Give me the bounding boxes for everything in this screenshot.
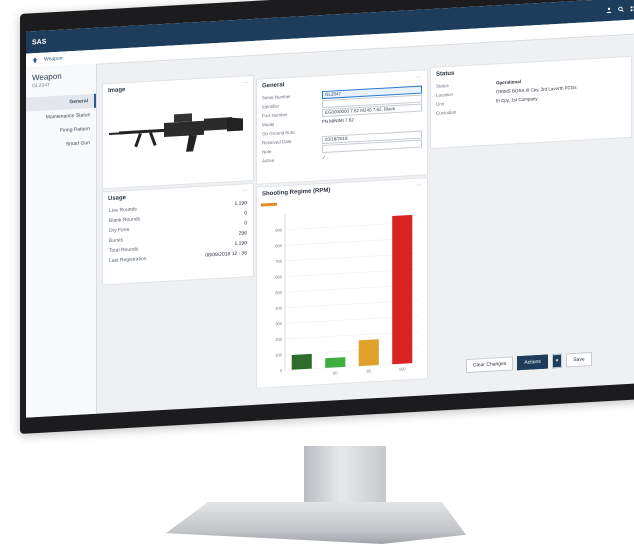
chart-bar[interactable]	[325, 357, 346, 368]
nav-item-smart-gun[interactable]: Smart Gun	[26, 136, 96, 154]
home-icon[interactable]	[32, 57, 38, 63]
save-button[interactable]: Save	[566, 352, 592, 368]
chart-y-tick-label: 300	[275, 321, 282, 326]
card-menu-icon[interactable]: ⋯	[242, 79, 248, 86]
chart-bar[interactable]	[358, 339, 379, 367]
card-menu-icon[interactable]: ⋯	[242, 187, 248, 194]
chart-legend-swatch	[261, 202, 277, 207]
usage-card: Usage ⋯ Live Rounds 1,190 Blank Rounds 0 D…	[102, 182, 254, 286]
clear-changes-button[interactable]: Clear Changes	[466, 356, 514, 374]
chart-y-tick-label: 100	[275, 352, 282, 357]
card-menu-icon[interactable]: ⋯	[416, 182, 422, 189]
card-menu-icon[interactable]: ⋯	[416, 74, 422, 81]
chart-bar[interactable]	[291, 353, 312, 370]
chart-y-tick-label: 0	[280, 368, 283, 373]
monitor-stand-base	[166, 502, 466, 544]
chart-x-tick-label: 60	[333, 370, 338, 375]
status-card: Status Status Operational Location GRIMS B…	[430, 55, 632, 150]
monitor: SAS Weapon Weapon GL2047 General Mainten…	[20, 0, 634, 434]
app-logo: SAS	[32, 38, 47, 46]
search-icon[interactable]	[618, 6, 624, 13]
chart-y-tick-label: 200	[275, 337, 282, 342]
chart-x-tick-label: 100	[399, 366, 406, 371]
actions-button[interactable]: Actions	[517, 354, 548, 371]
image-card-title: Image	[108, 87, 126, 95]
chart-y-tick-label: 700	[275, 259, 282, 264]
left-nav: Weapon GL2047 General Maintenance Status…	[26, 63, 97, 418]
action-bar: Clear Changes Actions ▾ Save	[466, 348, 634, 374]
actions-dropdown-icon[interactable]: ▾	[551, 353, 563, 369]
chart-y-tick-label: 400	[275, 305, 282, 310]
chart-y-tick-label: 900	[275, 227, 282, 232]
image-card: Image ⋯	[102, 74, 254, 190]
user-icon[interactable]	[606, 7, 612, 14]
chart-y-tick-label: 500	[275, 290, 282, 295]
general-card: General ⋯ Serial Number GL2047 Identifier…	[256, 69, 428, 185]
chart-x-tick-label: 80	[367, 368, 372, 373]
screen: SAS Weapon Weapon GL2047 General Mainten…	[26, 0, 634, 418]
grid-icon[interactable]	[630, 6, 634, 12]
chart-card: Shooting Regime (RPM) ⋯ 0 100 200 300 400 500…	[256, 177, 428, 389]
chart-y-tick-label: 600	[275, 274, 282, 279]
weapon-image	[109, 113, 243, 152]
chart-bar[interactable]	[392, 214, 413, 365]
bar-chart: 0 100 200 300 400 500 600 700 800 900 60 80 100	[261, 202, 419, 375]
breadcrumb-item[interactable]: Weapon	[44, 56, 63, 63]
chart-y-tick-label: 800	[275, 243, 282, 248]
